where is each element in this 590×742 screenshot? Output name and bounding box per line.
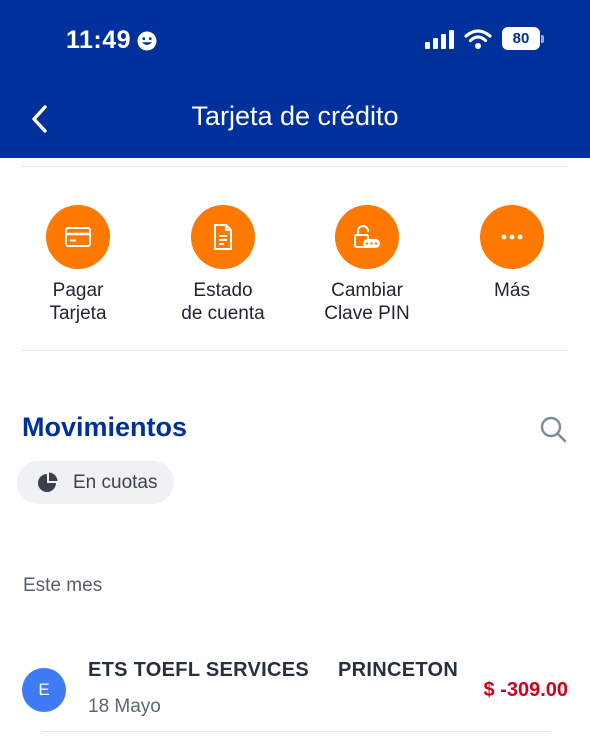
more-button[interactable]: Más (442, 205, 582, 302)
movements-title: Movimientos (22, 412, 188, 442)
pay-card-label-line2: Tarjeta (49, 303, 107, 324)
pie-chart-icon (38, 472, 58, 492)
chip-label: En cuotas (73, 471, 158, 493)
actions-divider (22, 350, 568, 351)
more-label-line1: Más (494, 280, 530, 301)
change-pin-label: Cambiar Clave PIN (297, 279, 437, 325)
merchant-city: PRINCETON (338, 659, 459, 681)
status-time-text: 11:49 (66, 26, 132, 54)
statement-button[interactable]: Estado de cuenta (153, 205, 293, 325)
smiley-status-icon (137, 31, 157, 50)
transaction-amount: $ -309.00 (483, 679, 568, 701)
pay-card-circle (46, 205, 110, 269)
signal-icon (425, 29, 454, 49)
pay-card-label-line1: Pagar (52, 280, 104, 301)
more-label: Más (442, 279, 582, 302)
statement-label-line2: de cuenta (181, 303, 265, 324)
card-icon (65, 227, 91, 247)
more-circle (480, 205, 544, 269)
statement-label-line1: Estado (193, 280, 253, 301)
status-time: 11:49 (66, 26, 157, 55)
change-pin-circle (335, 205, 399, 269)
page-title: Tarjeta de crédito (191, 101, 399, 131)
status-indicators: 80 (425, 27, 544, 50)
app-header: 11:49 80 Tarjeta de crédito (0, 0, 590, 158)
battery-level: 80 (512, 30, 530, 47)
transaction-row[interactable]: E ETS TOEFL SERVICES PRINCETON 18 Mayo $… (0, 650, 590, 732)
change-pin-label-line1: Cambiar (331, 280, 403, 301)
pay-card-button[interactable]: Pagar Tarjeta (8, 205, 148, 325)
change-pin-label-line2: Clave PIN (324, 303, 410, 324)
transaction-divider (42, 731, 550, 732)
quick-actions: Pagar Tarjeta Estado de cuenta Cambiar C… (0, 205, 590, 335)
merchant-avatar: E (22, 668, 66, 712)
top-divider (22, 166, 568, 167)
more-dots-icon (501, 234, 523, 240)
battery-icon: 80 (502, 27, 544, 50)
pay-card-label: Pagar Tarjeta (8, 279, 148, 325)
document-icon (214, 224, 232, 250)
unlock-pin-icon (354, 225, 380, 248)
wifi-icon (464, 28, 492, 49)
search-icon[interactable] (538, 414, 568, 444)
transaction-date: 18 Mayo (88, 696, 161, 717)
statement-label: Estado de cuenta (153, 279, 293, 325)
installments-filter-chip[interactable]: En cuotas (17, 461, 174, 504)
period-label: Este mes (23, 575, 103, 596)
merchant-name: ETS TOEFL SERVICES (88, 659, 310, 681)
statement-circle (191, 205, 255, 269)
change-pin-button[interactable]: Cambiar Clave PIN (297, 205, 437, 325)
